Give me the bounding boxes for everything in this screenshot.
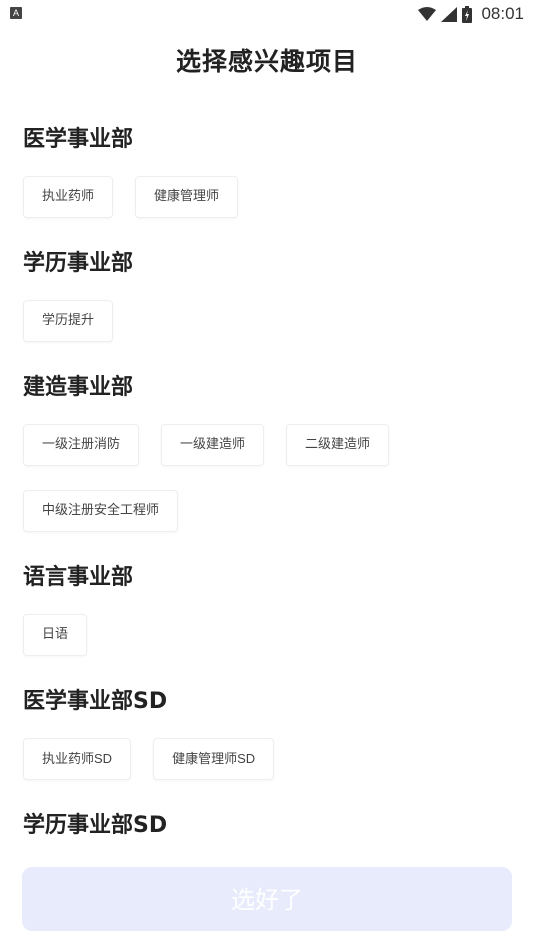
tag-group: 日语 [23, 614, 534, 680]
section-title: 学历事业部SD [23, 813, 168, 838]
section-title: 学历事业部 [23, 251, 134, 276]
interest-tag[interactable]: 中级注册安全工程师 [23, 490, 179, 532]
interest-tag[interactable]: 执业药师SD [23, 738, 132, 780]
tag-group: 执业药师 健康管理师 [23, 176, 534, 242]
confirm-button[interactable]: 选好了 [22, 867, 512, 931]
wifi-icon [418, 7, 437, 21]
section-title: 建造事业部 [23, 375, 134, 400]
interest-tag[interactable]: 二级建造师 [286, 424, 390, 466]
signal-icon [441, 6, 458, 22]
interest-tag[interactable]: 执业药师 [23, 176, 114, 218]
interest-tag[interactable]: 学历提升 [23, 300, 114, 342]
interest-list[interactable]: 医学事业部 执业药师 健康管理师 学历事业部 学历提升 建造事业部 一级注册消防… [0, 118, 534, 863]
interest-tag[interactable]: 一级建造师 [161, 424, 265, 466]
battery-icon [462, 5, 473, 23]
interest-tag[interactable]: 日语 [23, 614, 88, 656]
status-icons: 08:01 [418, 4, 524, 24]
tag-group: 学历提升 [23, 300, 534, 366]
section-language: 语言事业部 日语 [23, 556, 534, 680]
section-medical: 医学事业部 执业药师 健康管理师 [23, 118, 534, 242]
section-education-sd: 学历事业部SD [23, 804, 534, 848]
page-title: 选择感兴趣项目 [175, 47, 358, 76]
interest-tag[interactable]: 健康管理师SD [153, 738, 275, 780]
bottom-bar: 选好了 [0, 863, 534, 950]
tag-group: 一级注册消防 一级建造师 二级建造师 中级注册安全工程师 [23, 424, 534, 556]
interest-tag[interactable]: 一级注册消防 [23, 424, 140, 466]
section-title: 医学事业部 [23, 127, 134, 152]
status-bar: A 08:01 [0, 0, 534, 28]
status-time: 08:01 [481, 4, 524, 23]
tag-group: 执业药师SD 健康管理师SD [23, 738, 534, 804]
section-education: 学历事业部 学历提升 [23, 242, 534, 366]
section-construction: 建造事业部 一级注册消防 一级建造师 二级建造师 中级注册安全工程师 [23, 366, 534, 556]
interest-tag[interactable]: 健康管理师 [135, 176, 239, 218]
app-notification-icon: A [10, 7, 22, 19]
section-title: 语言事业部 [23, 565, 134, 590]
section-title: 医学事业部SD [23, 689, 168, 714]
section-medical-sd: 医学事业部SD 执业药师SD 健康管理师SD [23, 680, 534, 804]
